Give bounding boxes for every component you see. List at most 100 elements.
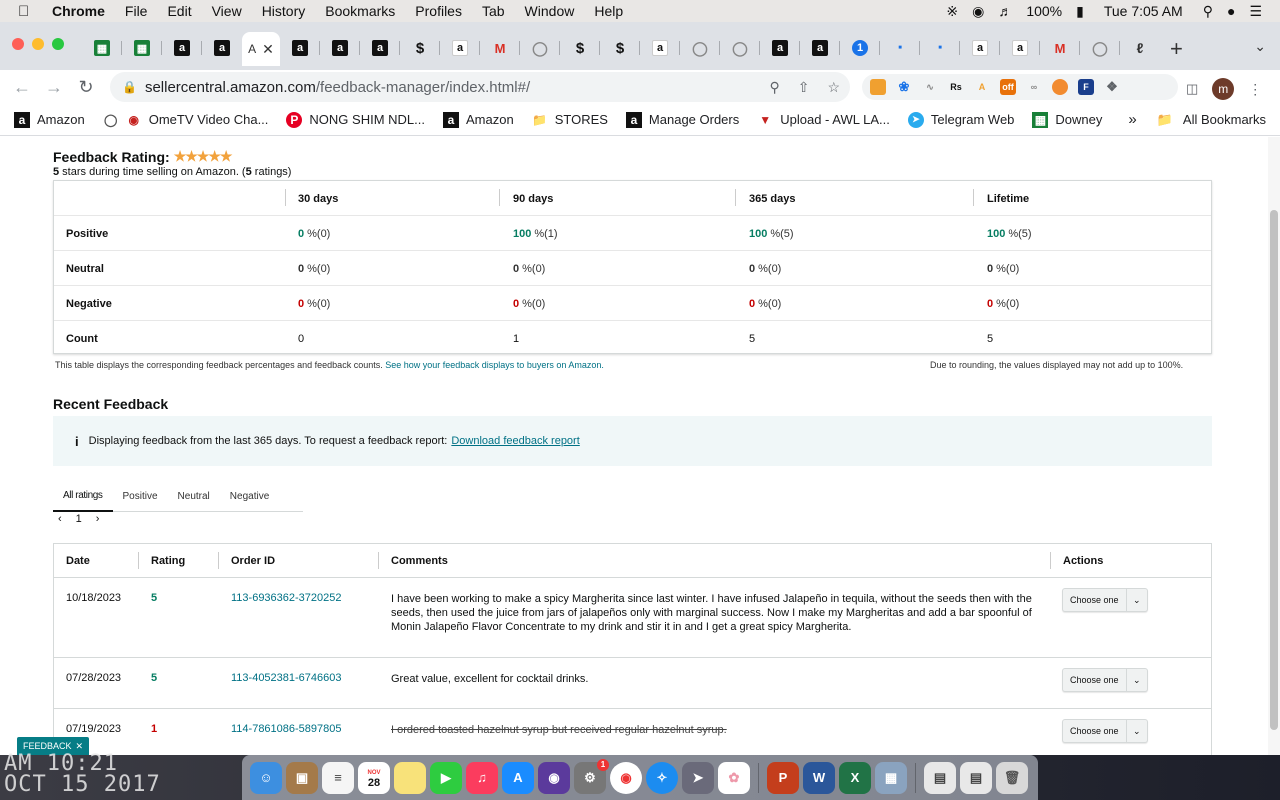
volume-icon[interactable]: ♬	[998, 3, 1012, 19]
word-icon[interactable]: W	[803, 761, 835, 794]
tab[interactable]: 1	[840, 36, 880, 60]
tab[interactable]: a	[760, 36, 800, 60]
minimize-window-button[interactable]	[32, 38, 44, 50]
notes-icon[interactable]	[394, 761, 426, 794]
tab[interactable]: a	[960, 36, 1000, 60]
siri-icon[interactable]: ●	[1227, 3, 1235, 19]
reload-button[interactable]: ↻	[70, 77, 102, 98]
current-page[interactable]: 1	[76, 513, 82, 525]
bookmark-item[interactable]: ◯ ◉ OmeTV Video Cha...	[103, 112, 268, 128]
chrome-icon[interactable]: ◉	[610, 761, 642, 794]
finder-icon[interactable]: ☺	[250, 761, 282, 794]
safari-icon[interactable]: ✧	[646, 761, 678, 794]
tab[interactable]: a	[320, 36, 360, 60]
battery-percent[interactable]: 100%	[1026, 3, 1062, 19]
facetime-icon[interactable]: ▶	[430, 761, 462, 794]
document-icon[interactable]: ▤	[924, 761, 956, 794]
prev-page-icon[interactable]: ‹	[58, 513, 62, 525]
launchpad-icon[interactable]: ➤	[682, 761, 714, 794]
tab[interactable]: a	[280, 36, 320, 60]
document-icon[interactable]: ▤	[960, 761, 992, 794]
order-id-link[interactable]: 113-6936362-3720252	[231, 592, 342, 604]
tab[interactable]: $	[400, 36, 440, 60]
excel-icon[interactable]: X	[839, 761, 871, 794]
bookmark-item[interactable]: a Amazon	[14, 111, 85, 128]
action-dropdown[interactable]: Choose one ⌄	[1062, 588, 1148, 612]
menu-view[interactable]: View	[212, 3, 242, 19]
music-icon[interactable]: ♫	[466, 761, 498, 794]
close-window-button[interactable]	[12, 38, 24, 50]
tab[interactable]: ◯	[680, 36, 720, 60]
tab[interactable]: ■	[920, 36, 960, 60]
tab[interactable]: ▦	[122, 36, 162, 60]
control-center-icon[interactable]: ☰	[1249, 3, 1262, 20]
action-dropdown[interactable]: Choose one ⌄	[1062, 668, 1148, 692]
extension-icon[interactable]: off	[1000, 79, 1016, 95]
extension-icon[interactable]: A	[974, 79, 990, 95]
menu-profiles[interactable]: Profiles	[415, 3, 462, 19]
tab[interactable]: ■	[880, 36, 920, 60]
order-id-link[interactable]: 113-4052381-6746603	[231, 672, 342, 684]
extension-icon[interactable]	[870, 79, 886, 95]
more-menu-icon[interactable]: ⋮	[1248, 81, 1262, 98]
action-dropdown[interactable]: Choose one ⌄	[1062, 719, 1148, 743]
bookmark-item[interactable]: ➤ Telegram Web	[907, 111, 1014, 128]
tab[interactable]: $	[560, 36, 600, 60]
extension-icon[interactable]: ∞	[1026, 79, 1042, 95]
puzzle-icon[interactable]: ❖	[1104, 79, 1120, 95]
share-icon[interactable]: ⇧	[798, 79, 810, 96]
tab[interactable]: a	[440, 36, 480, 60]
scrollbar-thumb[interactable]	[1270, 210, 1278, 730]
spotlight-search-icon[interactable]: ⚲	[1203, 3, 1213, 20]
bookmark-item[interactable]: a Amazon	[443, 111, 514, 128]
extension-icon[interactable]: ❀	[896, 79, 912, 95]
tab-positive[interactable]: Positive	[113, 480, 168, 512]
extension-icon[interactable]: F	[1078, 79, 1094, 95]
photos-icon[interactable]: ✿	[718, 761, 750, 794]
bookmark-item[interactable]: ▼ Upload - AWL LA...	[757, 112, 890, 128]
tab[interactable]: ▦	[82, 36, 122, 60]
siri-icon[interactable]: ◉	[538, 761, 570, 794]
tab-all-ratings[interactable]: All ratings	[53, 480, 113, 512]
system-preferences-icon[interactable]: ⚙ 1	[574, 758, 609, 794]
menu-bookmarks[interactable]: Bookmarks	[325, 3, 395, 19]
menu-help[interactable]: Help	[594, 3, 623, 19]
calendar-icon[interactable]: NOV 28	[358, 761, 390, 794]
all-bookmarks-button[interactable]: All Bookmarks	[1183, 112, 1266, 127]
tab[interactable]: ◯	[720, 36, 760, 60]
new-tab-button[interactable]: +	[1170, 36, 1183, 62]
apple-icon[interactable]: 	[18, 3, 38, 20]
tab[interactable]: M	[1040, 36, 1080, 60]
tab[interactable]: a	[162, 36, 202, 60]
menubar-clock[interactable]: Tue 7:05 AM	[1104, 3, 1183, 19]
extension-icon[interactable]: Rs	[948, 79, 964, 95]
tab[interactable]: ◯	[520, 36, 560, 60]
trash-icon[interactable]: 🗑	[996, 761, 1028, 794]
order-id-link[interactable]: 114-7861086-5897805	[231, 723, 342, 735]
next-page-icon[interactable]: ›	[96, 513, 100, 525]
preview-icon[interactable]: ▦	[875, 761, 907, 794]
forward-button[interactable]: →	[38, 77, 70, 98]
bookmark-folder[interactable]: 📁 STORES	[532, 112, 608, 128]
extension-icon[interactable]	[1052, 79, 1068, 95]
menu-app-name[interactable]: Chrome	[52, 3, 105, 19]
tab-active[interactable]: A ✕	[242, 32, 280, 66]
tab[interactable]: ℓ	[1120, 36, 1160, 60]
bookmark-item[interactable]: ▦ Downey	[1032, 111, 1102, 128]
tab[interactable]: a	[1000, 36, 1040, 60]
bookmark-star-icon[interactable]: ☆	[827, 79, 840, 96]
tab[interactable]: a	[640, 36, 680, 60]
bookmark-item[interactable]: P NONG SHIM NDL...	[286, 111, 425, 128]
avatar[interactable]: m	[1212, 78, 1235, 100]
tab[interactable]: a	[202, 36, 242, 60]
tab[interactable]: $	[600, 36, 640, 60]
address-bar[interactable]: 🔒 sellercentral.amazon.com/feedback-mana…	[110, 72, 850, 102]
lock-icon[interactable]: 🔒	[122, 80, 137, 94]
tab[interactable]: a	[360, 36, 400, 60]
more-bookmarks-chevron[interactable]: »	[1128, 111, 1136, 128]
reminders-icon[interactable]: ≡	[322, 761, 354, 794]
buyer-display-link[interactable]: See how your feedback displays to buyers…	[385, 360, 604, 370]
bluetooth-icon[interactable]: ※	[946, 3, 958, 20]
tab-negative[interactable]: Negative	[220, 480, 279, 512]
bookmark-item[interactable]: a Manage Orders	[625, 111, 739, 128]
